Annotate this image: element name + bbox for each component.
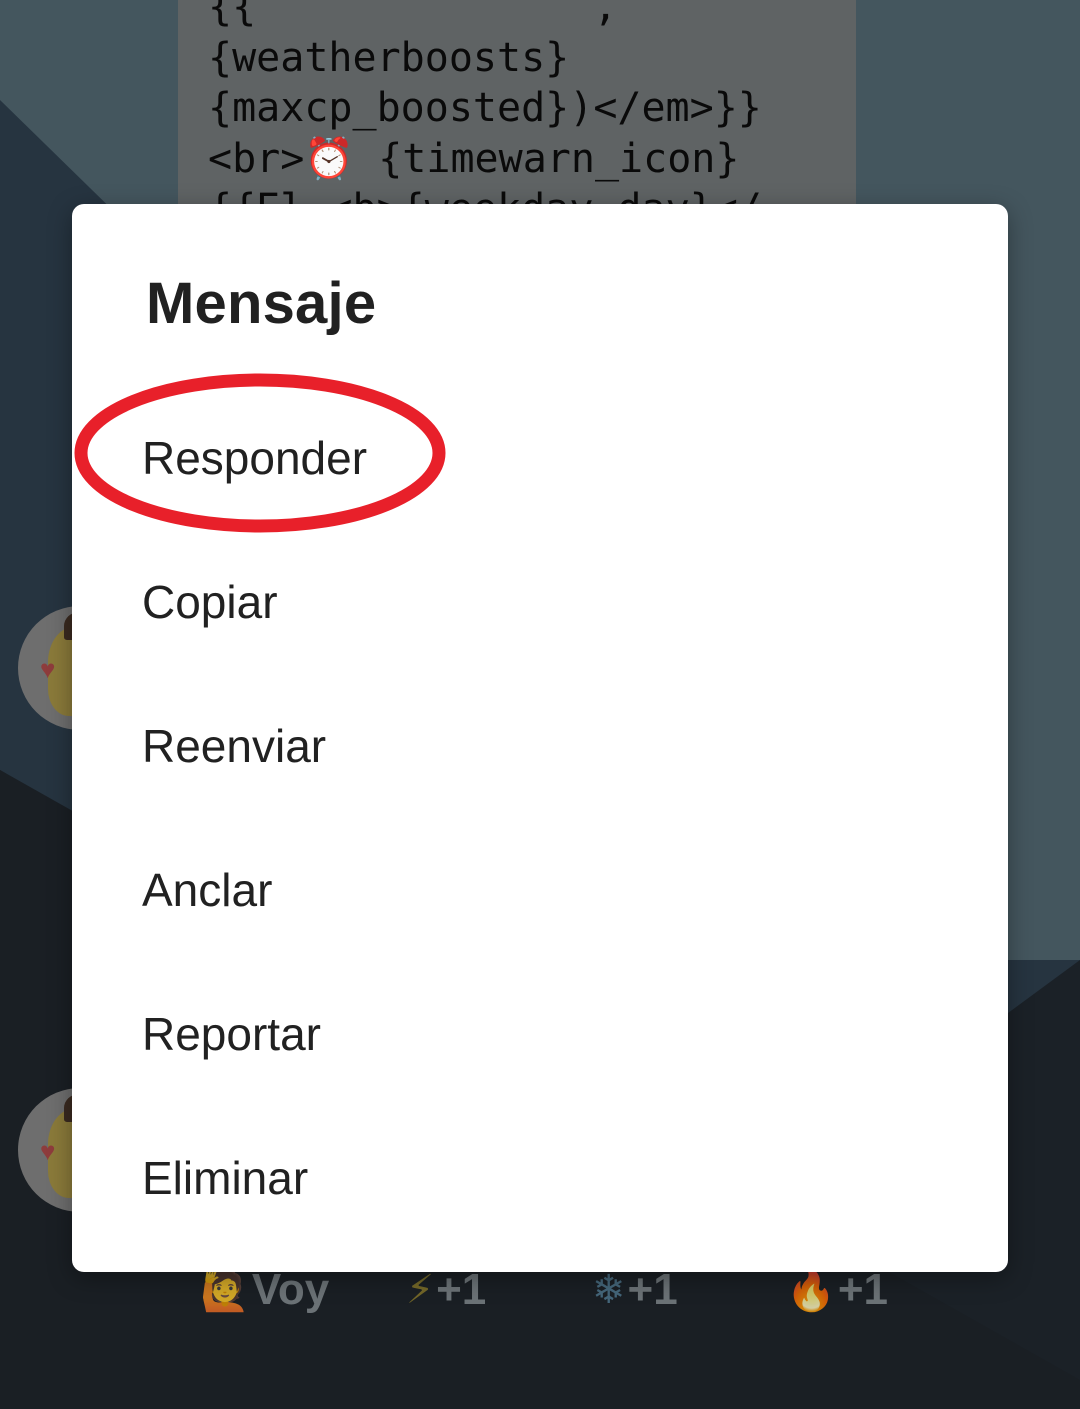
menu-item-copiar[interactable]: Copiar <box>72 530 1008 674</box>
reaction-bar: 🙋 Voy ⚡ +1 ❄ +1 🔥 +1 <box>0 1265 1080 1325</box>
reaction-lightning-button[interactable]: ⚡ +1 <box>406 1265 486 1315</box>
menu-item-label: Reportar <box>142 1008 321 1060</box>
menu-item-label: Eliminar <box>142 1152 309 1204</box>
reaction-label: +1 <box>436 1265 487 1314</box>
message-bubble[interactable]: {{ , {weatherboosts} {maxcp_boosted})</e… <box>178 0 856 230</box>
menu-item-label: Copiar <box>142 576 278 628</box>
message-line-3: <br>⏰ {timewarn_icon} <box>208 135 740 182</box>
menu-item-label: Reenviar <box>142 720 327 772</box>
message-line-2: {maxcp_boosted})</em>}} <box>208 85 762 131</box>
heart-icon: ♥ <box>40 1136 56 1166</box>
menu-item-anclar[interactable]: Anclar <box>72 818 1008 962</box>
heart-icon: ♥ <box>40 654 56 684</box>
snowflake-icon: ❄ <box>592 1268 626 1312</box>
message-line-0: {{ , <box>208 0 618 30</box>
menu-item-eliminar[interactable]: Eliminar <box>72 1106 1008 1250</box>
raising-hand-icon: 🙋 <box>200 1268 250 1313</box>
message-bubble-text: {{ , {weatherboosts} {maxcp_boosted})</e… <box>178 0 762 230</box>
message-options-menu: Responder Copiar Reenviar Anclar Reporta… <box>72 386 1008 1250</box>
reaction-voy-button[interactable]: 🙋 Voy <box>200 1265 329 1315</box>
reaction-label: Voy <box>251 1265 330 1314</box>
menu-item-reenviar[interactable]: Reenviar <box>72 674 1008 818</box>
menu-item-responder[interactable]: Responder <box>72 386 1008 530</box>
dialog-title: Mensaje <box>146 271 377 336</box>
reaction-fire-button[interactable]: 🔥 +1 <box>786 1265 888 1315</box>
menu-item-reportar[interactable]: Reportar <box>72 962 1008 1106</box>
reaction-snowflake-button[interactable]: ❄ +1 <box>592 1265 678 1315</box>
menu-item-label: Responder <box>142 432 368 484</box>
reaction-label: +1 <box>627 1265 678 1314</box>
lightning-icon: ⚡ <box>406 1268 435 1312</box>
message-options-dialog: Mensaje Responder Copiar Reenviar Anclar… <box>72 204 1008 1272</box>
menu-item-label: Anclar <box>142 864 273 916</box>
message-line-1: {weatherboosts} <box>208 34 570 81</box>
chat-screen: {{ , {weatherboosts} {maxcp_boosted})</e… <box>0 0 1080 1409</box>
reaction-label: +1 <box>837 1265 888 1314</box>
fire-icon: 🔥 <box>786 1268 836 1313</box>
